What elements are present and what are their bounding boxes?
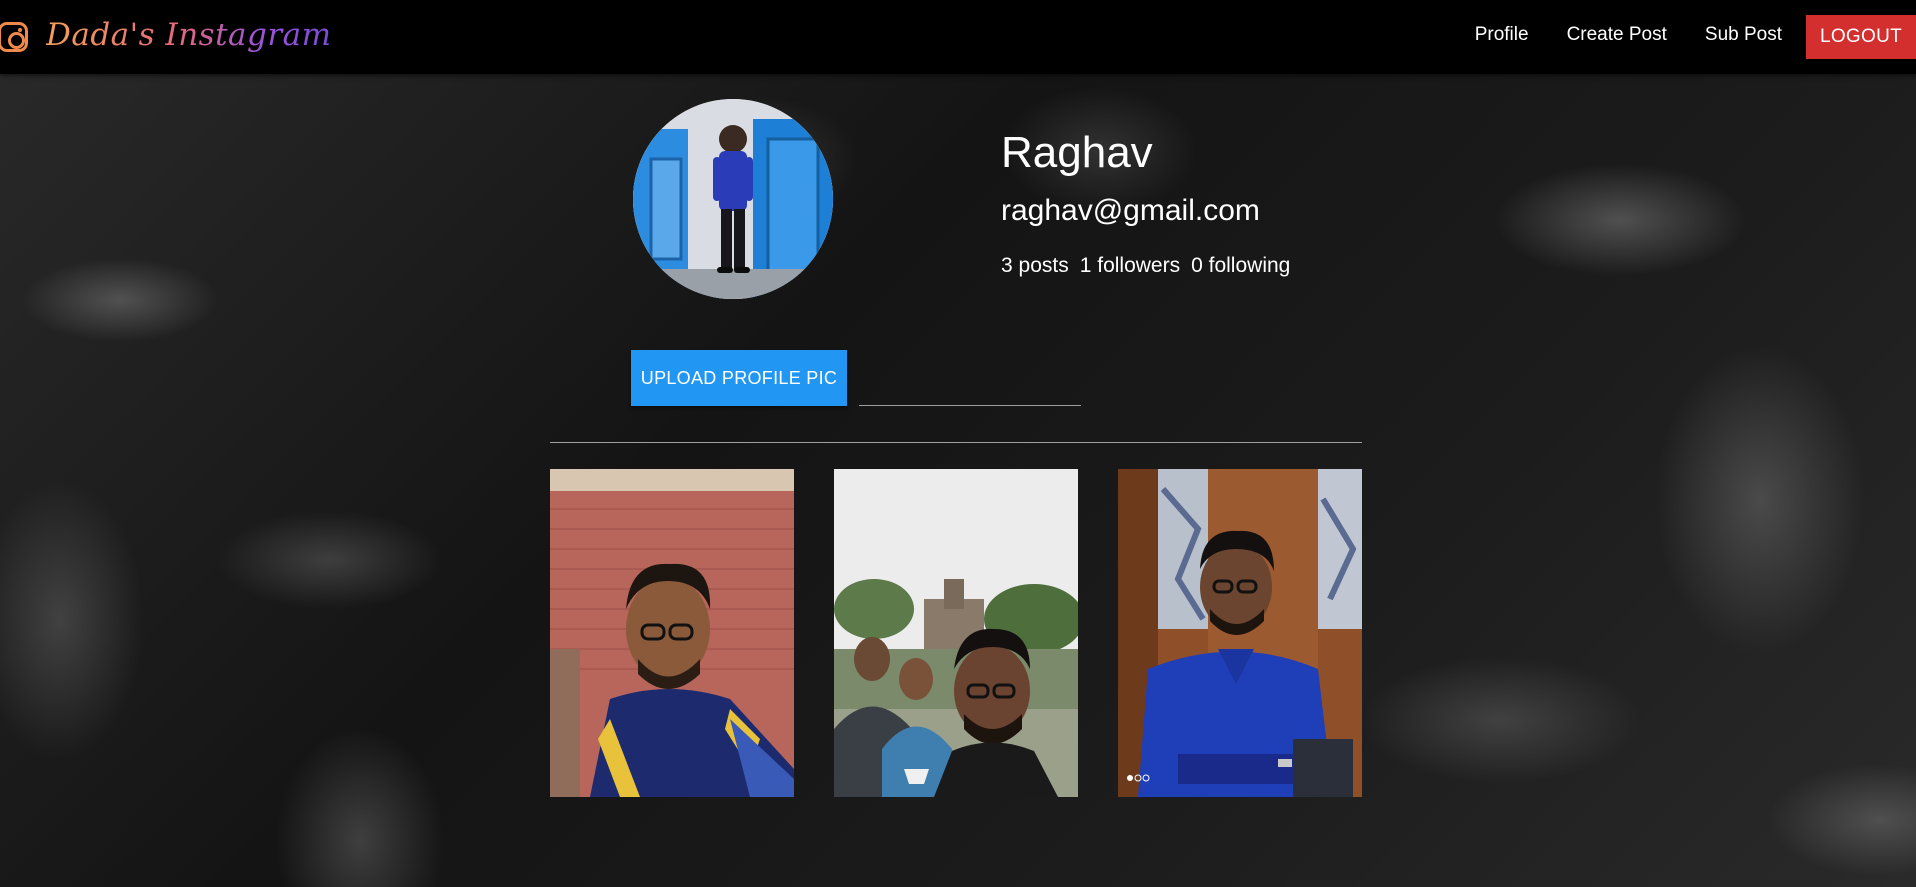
navbar: Dada's Instagram Profile Create Post Sub… [0, 0, 1916, 74]
brand-logo[interactable]: Dada's Instagram [0, 0, 332, 74]
posts-count: 3 posts [1001, 254, 1069, 277]
profile-stats: 3 posts 1 followers 0 following [1001, 254, 1301, 278]
post-photo-2[interactable] [834, 469, 1078, 797]
divider [550, 442, 1362, 443]
brand-title: Dada's Instagram [46, 17, 332, 53]
logout-button[interactable]: LOGOUT [1806, 15, 1916, 59]
following-count: 0 following [1191, 254, 1291, 277]
nav-link-sub-post[interactable]: Sub Post [1705, 24, 1782, 46]
followers-count: 1 followers [1079, 254, 1181, 277]
profile-email: raghav@gmail.com [1001, 194, 1260, 227]
nav-link-profile[interactable]: Profile [1475, 24, 1529, 46]
nav-links: Profile Create Post Sub Post LOGOUT [1475, 0, 1916, 74]
post-photo-3[interactable] [1118, 469, 1362, 797]
instagram-icon [0, 22, 28, 52]
profile-name: Raghav [1001, 128, 1153, 177]
post-photo-1[interactable] [550, 469, 794, 797]
upload-profile-pic-button[interactable]: UPLOAD PROFILE PIC [631, 350, 847, 406]
file-path-input[interactable] [859, 370, 1081, 406]
profile-avatar [633, 99, 833, 299]
nav-link-create-post[interactable]: Create Post [1567, 24, 1667, 46]
